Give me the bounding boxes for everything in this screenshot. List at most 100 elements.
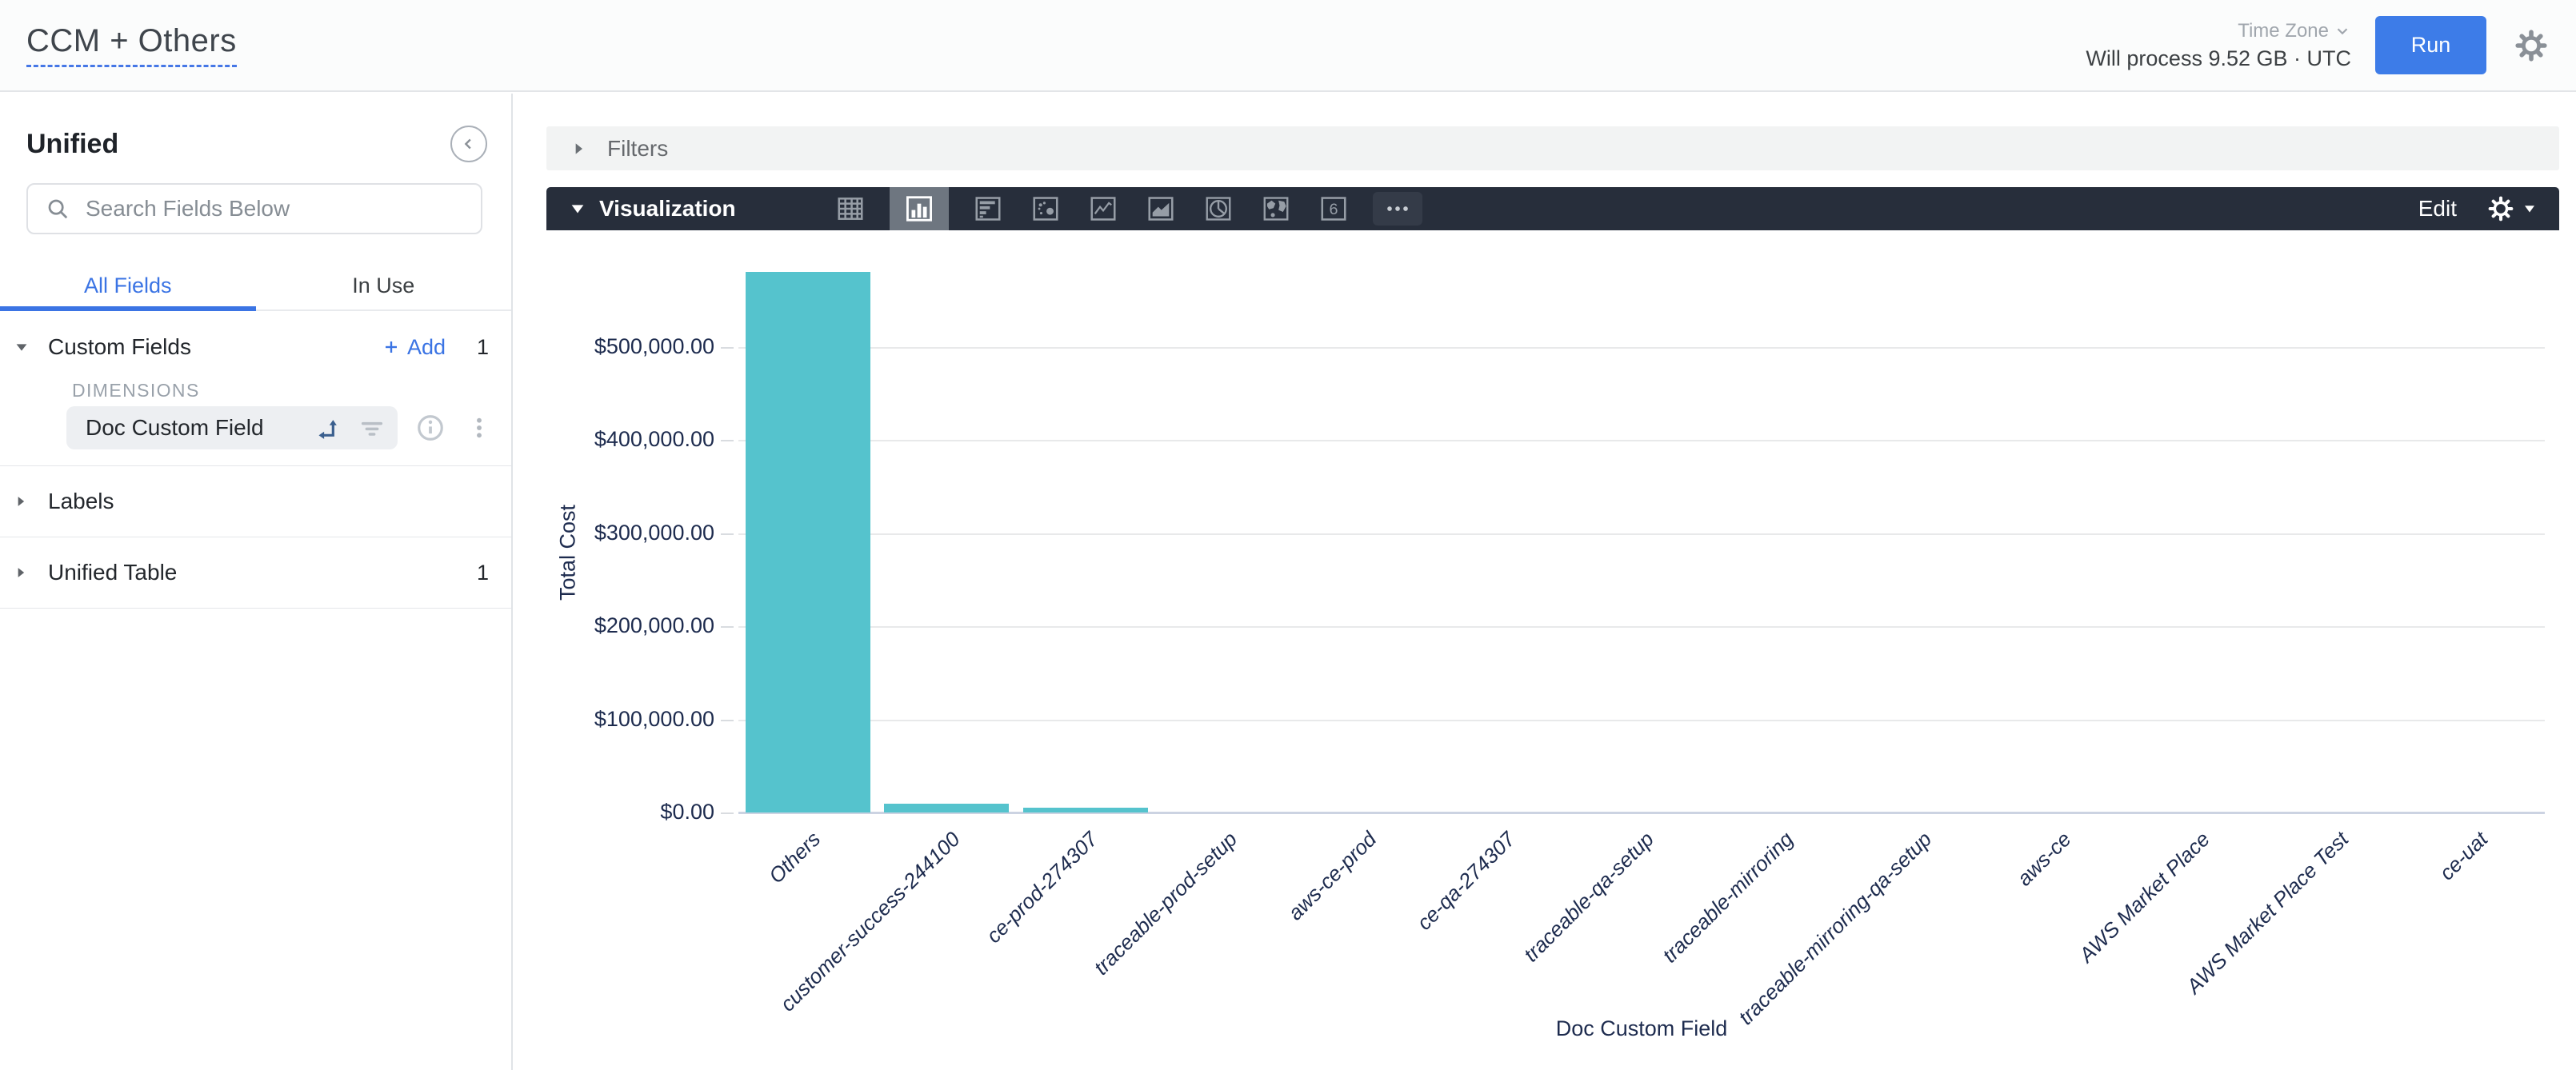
x-axis-line <box>738 812 2545 814</box>
bar[interactable] <box>884 804 1009 812</box>
x-tick-label: traceable-mirroring <box>1658 827 1798 968</box>
y-tick-label: $400,000.00 <box>554 427 714 452</box>
y-axis-title: Total Cost <box>556 505 581 601</box>
chevron-down-icon <box>2334 22 2351 40</box>
active-tab-underline <box>0 306 256 311</box>
x-tick-label: aws-ce <box>2012 827 2076 891</box>
dimensions-group-label: DIMENSIONS <box>72 380 511 401</box>
visualization-toolbar: Visualization 6 Edit <box>546 187 2559 230</box>
explore-page: CCM + Others Time Zone Will process 9.52… <box>0 0 2576 1070</box>
section-count: 1 <box>473 335 489 360</box>
filters-label: Filters <box>607 136 668 162</box>
header-actions: Time Zone Will process 9.52 GB · UTC Run <box>2086 16 2552 74</box>
chevron-left-icon[interactable] <box>450 126 487 162</box>
triangle-down-icon[interactable] <box>569 200 586 218</box>
y-tick-mark <box>721 440 734 441</box>
explore-title[interactable]: CCM + Others <box>26 23 237 67</box>
x-tick-label: ce-qa-274307 <box>1412 827 1520 935</box>
y-tick-label: $500,000.00 <box>554 334 714 359</box>
time-zone-label: Time Zone <box>2238 20 2329 42</box>
x-tick-label: ce-uat <box>2434 827 2493 885</box>
y-gridline <box>738 533 2545 535</box>
filter-icon[interactable] <box>359 415 385 441</box>
triangle-down-icon <box>13 338 48 356</box>
bar[interactable] <box>746 272 870 812</box>
x-tick-label: AWS Market Place <box>2074 827 2215 968</box>
y-tick-label: $300,000.00 <box>554 521 714 545</box>
section-label: Labels <box>48 489 114 514</box>
chart: Total Cost Doc Custom Field $0.00 $100,00… <box>546 230 2560 1070</box>
section-label: Custom Fields <box>48 334 191 360</box>
search-icon <box>46 197 70 221</box>
search-input[interactable] <box>86 196 463 222</box>
y-gridline <box>738 720 2545 721</box>
viz-settings-dropdown[interactable] <box>2486 194 2537 224</box>
bar-chart-icon[interactable] <box>970 187 1006 230</box>
pie-chart-icon[interactable] <box>1200 187 1237 230</box>
top-header: CCM + Others Time Zone Will process 9.52… <box>0 0 2576 92</box>
more-options-icon[interactable] <box>1373 192 1422 226</box>
triangle-right-icon <box>570 141 586 157</box>
single-value-chart-icon[interactable]: 6 <box>1315 187 1352 230</box>
field-picker-sidebar: Unified All Fields In Use Custom Fields … <box>0 94 513 1070</box>
triangle-right-icon <box>13 493 48 509</box>
process-note: Will process 9.52 GB · UTC <box>2086 46 2351 71</box>
map-chart-icon[interactable] <box>1258 187 1294 230</box>
section-count: 1 <box>473 561 489 585</box>
svg-text:6: 6 <box>1329 201 1338 218</box>
y-gridline <box>738 626 2545 628</box>
divider <box>0 608 511 609</box>
column-chart-icon[interactable] <box>890 187 949 230</box>
run-button[interactable]: Run <box>2375 16 2486 74</box>
y-tick-mark <box>721 533 734 535</box>
kebab-menu-icon[interactable] <box>466 415 492 441</box>
section-labels[interactable]: Labels <box>0 466 511 537</box>
chart-type-picker: 6 <box>832 187 1443 230</box>
area-chart-icon[interactable] <box>1142 187 1179 230</box>
y-gridline <box>738 347 2545 349</box>
gear-icon[interactable] <box>2510 25 2552 66</box>
x-tick-label: ce-prod-274307 <box>982 827 1103 948</box>
add-custom-field-button[interactable]: Add <box>382 335 446 360</box>
line-chart-icon[interactable] <box>1085 187 1122 230</box>
y-tick-label: $100,000.00 <box>554 707 714 732</box>
tab-in-use[interactable]: In Use <box>256 262 512 309</box>
gear-icon <box>2486 194 2516 224</box>
field-doc-custom-field[interactable]: Doc Custom Field <box>66 406 398 449</box>
x-tick-label: AWS Market Place Test <box>2182 827 2354 999</box>
x-tick-label: Others <box>764 827 826 888</box>
field-label: Doc Custom Field <box>86 415 316 441</box>
triangle-down-icon <box>2522 202 2537 216</box>
section-unified-table[interactable]: Unified Table 1 <box>0 537 511 608</box>
info-icon[interactable] <box>415 413 446 443</box>
y-tick-mark <box>721 626 734 628</box>
y-gridline <box>738 440 2545 441</box>
scatter-chart-icon[interactable] <box>1027 187 1064 230</box>
time-zone-dropdown[interactable]: Time Zone <box>2238 20 2351 42</box>
view-title: Unified <box>26 129 118 160</box>
visualization-label: Visualization <box>599 196 736 222</box>
section-label: Unified Table <box>48 560 177 585</box>
y-tick-mark <box>721 347 734 349</box>
field-search <box>26 183 482 234</box>
query-info: Time Zone Will process 9.52 GB · UTC <box>2086 20 2351 71</box>
table-chart-icon[interactable] <box>832 187 869 230</box>
y-tick-label: $200,000.00 <box>554 613 714 638</box>
plus-icon <box>382 337 401 357</box>
x-tick-label: traceable-qa-setup <box>1519 827 1659 967</box>
y-tick-mark <box>721 812 734 814</box>
y-tick-label: $0.00 <box>554 800 714 824</box>
edit-button[interactable]: Edit <box>2418 196 2457 222</box>
field-row: Doc Custom Field <box>66 406 492 449</box>
filters-expander[interactable]: Filters <box>546 126 2559 170</box>
y-tick-mark <box>721 720 734 721</box>
x-axis-title: Doc Custom Field <box>738 1016 2545 1041</box>
pivot-icon[interactable] <box>316 415 342 441</box>
tab-all-fields[interactable]: All Fields <box>0 262 256 309</box>
triangle-right-icon <box>13 565 48 581</box>
section-custom-fields[interactable]: Custom Fields Add 1 <box>0 321 511 373</box>
x-tick-label: traceable-prod-setup <box>1089 827 1242 980</box>
bar[interactable] <box>1023 808 1148 812</box>
x-tick-label: aws-ce-prod <box>1283 827 1382 925</box>
field-tabs: All Fields In Use <box>0 262 511 311</box>
